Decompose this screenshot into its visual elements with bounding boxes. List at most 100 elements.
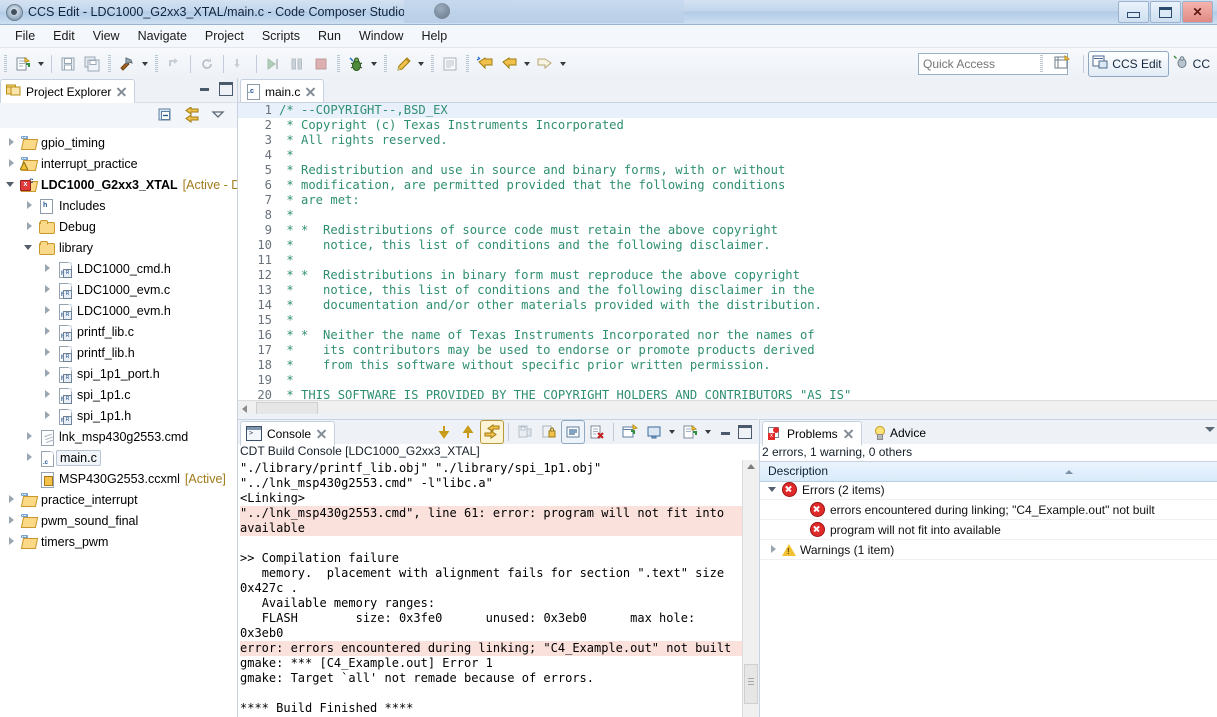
- tree-item[interactable]: .c main.c: [0, 447, 237, 468]
- code-text[interactable]: 1/* --COPYRIGHT--,BSD_EX 2 * Copyright (c…: [238, 103, 1217, 400]
- menu-edit[interactable]: Edit: [44, 27, 84, 45]
- toolbar-grip-2[interactable]: [108, 55, 111, 73]
- terminate-icon[interactable]: [309, 52, 333, 76]
- link-with-editor-icon[interactable]: [182, 106, 200, 125]
- problems-list[interactable]: Errors (2 items) errors encountered durin…: [760, 480, 1217, 717]
- toolbar-grip-5[interactable]: [384, 55, 387, 73]
- close-icon[interactable]: [305, 86, 316, 97]
- run-rocket-icon[interactable]: [391, 52, 415, 76]
- suspend-icon[interactable]: [285, 52, 309, 76]
- display-console-dropdown-icon[interactable]: [669, 430, 675, 434]
- close-button[interactable]: ✕: [1182, 1, 1213, 23]
- memory-view-icon[interactable]: [438, 52, 462, 76]
- code-line[interactable]: 10 * notice, this list of conditions and…: [238, 238, 1217, 253]
- open-perspective-icon[interactable]: [1053, 54, 1073, 74]
- save-icon[interactable]: [56, 52, 80, 76]
- expand-twisty-icon[interactable]: [768, 544, 779, 555]
- build-hammer-icon[interactable]: [115, 52, 139, 76]
- expand-twisty-icon[interactable]: [42, 410, 53, 421]
- new-icon[interactable]: [11, 52, 35, 76]
- debug-dropdown-icon[interactable]: [371, 62, 377, 66]
- scroll-left-icon[interactable]: [242, 405, 247, 413]
- tree-item[interactable]: Debug: [0, 216, 237, 237]
- toolbar-grip[interactable]: [4, 55, 7, 73]
- menu-scripts[interactable]: Scripts: [253, 27, 309, 45]
- expand-twisty-icon[interactable]: [42, 347, 53, 358]
- refresh-icon[interactable]: [195, 52, 219, 76]
- tree-item[interactable]: hR LDC1000_cmd.h: [0, 258, 237, 279]
- tree-item[interactable]: ccs gpio_timing: [0, 132, 237, 153]
- maximize-button[interactable]: [1150, 1, 1181, 23]
- tree-item[interactable]: hR spi_1p1_port.h: [0, 363, 237, 384]
- save-all-icon[interactable]: [80, 52, 104, 76]
- show-console-icon[interactable]: [561, 420, 585, 444]
- tree-item[interactable]: hR printf_lib.c: [0, 321, 237, 342]
- menu-view[interactable]: View: [84, 27, 129, 45]
- expand-twisty-icon[interactable]: [24, 221, 35, 232]
- expand-twisty-icon[interactable]: [6, 494, 17, 505]
- problems-row[interactable]: Warnings (1 item): [760, 540, 1217, 560]
- expand-twisty-icon[interactable]: [6, 158, 17, 169]
- code-line[interactable]: 8 *: [238, 208, 1217, 223]
- collapse-all-icon[interactable]: [157, 107, 175, 125]
- code-line[interactable]: 7 * are met:: [238, 193, 1217, 208]
- minimize-button[interactable]: [1118, 1, 1149, 23]
- code-line[interactable]: 5 * Redistribution and use in source and…: [238, 163, 1217, 178]
- perspective-grip[interactable]: [1040, 55, 1044, 73]
- code-line[interactable]: 6 * modification, are permitted provided…: [238, 178, 1217, 193]
- expand-twisty-icon[interactable]: [42, 326, 53, 337]
- code-line[interactable]: 18 * from this software without specific…: [238, 358, 1217, 373]
- collapse-twisty-icon[interactable]: [768, 484, 779, 495]
- expand-twisty-icon[interactable]: [42, 284, 53, 295]
- tree-item[interactable]: lnk_msp430g2553.cmd: [0, 426, 237, 447]
- perspective-ccs-edit[interactable]: CCS Edit: [1088, 51, 1169, 77]
- toolbar-grip-7[interactable]: [466, 55, 469, 73]
- menu-help[interactable]: Help: [412, 27, 456, 45]
- tree-item[interactable]: ccs pwm_sound_final: [0, 510, 237, 531]
- console-output[interactable]: "./library/printf_lib.obj" "./library/sp…: [238, 460, 758, 717]
- tree-item[interactable]: hR LDC1000_evm.h: [0, 300, 237, 321]
- console-vertical-scrollbar[interactable]: [742, 460, 758, 717]
- scroll-up-icon[interactable]: [456, 420, 480, 444]
- tree-item[interactable]: MSP430G2553.ccxml [Active]: [0, 468, 237, 489]
- code-line[interactable]: 3 * All rights reserved.: [238, 133, 1217, 148]
- menu-run[interactable]: Run: [309, 27, 350, 45]
- tree-item[interactable]: library: [0, 237, 237, 258]
- code-line[interactable]: 13 * notice, this list of conditions and…: [238, 283, 1217, 298]
- code-line[interactable]: 15 *: [238, 313, 1217, 328]
- back-star-icon[interactable]: [473, 52, 497, 76]
- maximize-view-icon[interactable]: [738, 425, 752, 439]
- scroll-up-icon[interactable]: [747, 464, 755, 469]
- close-icon[interactable]: [843, 428, 854, 439]
- code-line[interactable]: 17 * its contributors may be used to end…: [238, 343, 1217, 358]
- maximize-view-icon[interactable]: [219, 82, 233, 96]
- new-console-view-icon[interactable]: [618, 420, 642, 444]
- forward-dropdown-icon[interactable]: [560, 62, 566, 66]
- expand-twisty-icon[interactable]: [24, 200, 35, 211]
- project-tree[interactable]: ccs gpio_timing ccs interrupt_practice c x LDC…: [0, 128, 237, 717]
- code-line[interactable]: 2 * Copyright (c) Texas Instruments Inco…: [238, 118, 1217, 133]
- toolbar-grip-6[interactable]: [431, 55, 434, 73]
- tree-item[interactable]: hR printf_lib.h: [0, 342, 237, 363]
- menu-navigate[interactable]: Navigate: [129, 27, 196, 45]
- view-menu-icon[interactable]: [211, 107, 229, 125]
- tree-item[interactable]: hR spi_1p1.h: [0, 405, 237, 426]
- code-line[interactable]: 16 * * Neither the name of Texas Instrum…: [238, 328, 1217, 343]
- tree-item[interactable]: hR spi_1p1.c: [0, 384, 237, 405]
- minimize-view-icon[interactable]: [720, 426, 732, 438]
- view-menu-icon[interactable]: [1205, 427, 1215, 432]
- close-icon[interactable]: [116, 86, 127, 97]
- display-selected-console-icon[interactable]: [642, 420, 666, 444]
- code-line[interactable]: 20 * THIS SOFTWARE IS PROVIDED BY THE CO…: [238, 388, 1217, 400]
- code-line[interactable]: 19 *: [238, 373, 1217, 388]
- tree-item[interactable]: c x LDC1000_G2xx3_XTAL [Active - D: [0, 174, 237, 195]
- open-console-icon[interactable]: [678, 420, 702, 444]
- step-into-icon[interactable]: [228, 52, 252, 76]
- tree-item[interactable]: h Includes: [0, 195, 237, 216]
- scroll-down-icon[interactable]: [432, 420, 456, 444]
- console-lock-icon[interactable]: [537, 420, 561, 444]
- step-return-icon[interactable]: [162, 52, 186, 76]
- expand-twisty-icon[interactable]: [42, 263, 53, 274]
- problems-row[interactable]: errors encountered during linking; "C4_E…: [760, 500, 1217, 520]
- expand-twisty-icon[interactable]: [42, 305, 53, 316]
